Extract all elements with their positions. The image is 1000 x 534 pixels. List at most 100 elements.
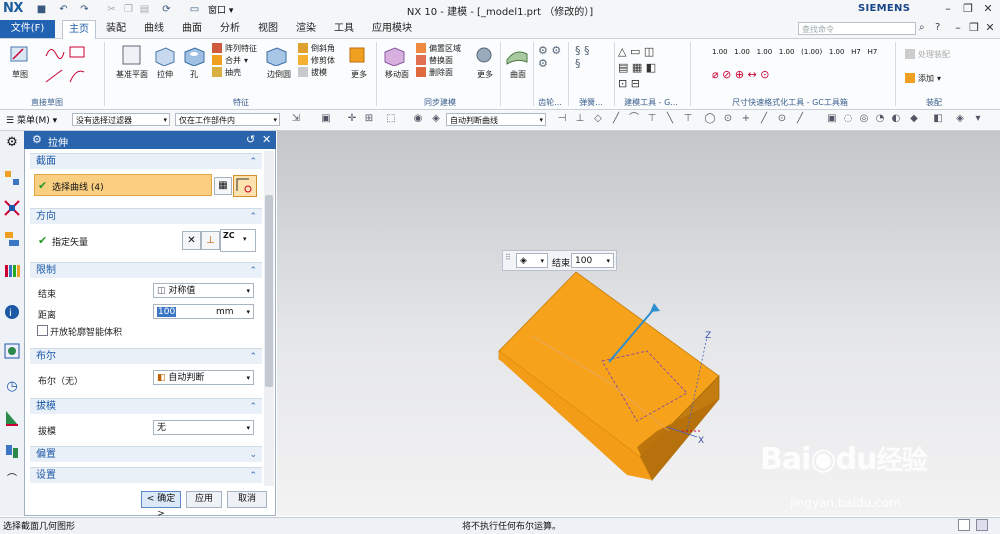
- sketch-curve-tools[interactable]: [44, 44, 100, 91]
- orient-cube-icon[interactable]: ◧: [932, 113, 944, 125]
- hole-button[interactable]: 孔: [182, 44, 206, 80]
- snap-tangent-icon[interactable]: ⊤: [646, 113, 658, 125]
- add-component-button[interactable]: 添加 ▾: [905, 72, 941, 84]
- section-header-boolean[interactable]: 布尔 ⌃: [30, 348, 262, 364]
- help-icon[interactable]: ?: [935, 22, 940, 33]
- snap-arc-icon[interactable]: ⌒: [628, 113, 640, 125]
- sketch-section-icon[interactable]: ▦: [214, 177, 232, 195]
- reuse-library-icon[interactable]: [3, 261, 21, 279]
- select-icon[interactable]: ⇲: [290, 113, 302, 125]
- zoom-view-icon[interactable]: ◐: [890, 113, 902, 125]
- tab-analysis[interactable]: 分析: [214, 20, 246, 38]
- draft-dropdown[interactable]: 无 ▾: [153, 420, 254, 435]
- reverse-direction-icon[interactable]: ✕: [182, 231, 201, 250]
- replace-face-button[interactable]: 替换面: [416, 54, 461, 66]
- tab-surface[interactable]: 曲面: [176, 20, 208, 38]
- restore-button[interactable]: ❐: [960, 1, 976, 17]
- filter-icon[interactable]: ▣: [320, 113, 332, 125]
- onscreen-end-input[interactable]: 100 ▾: [571, 253, 614, 268]
- offset-region-button[interactable]: 偏置区域: [416, 42, 461, 54]
- section-header-draft[interactable]: 拔模 ⌃: [30, 398, 262, 414]
- sync-more-button[interactable]: 更多: [472, 44, 498, 80]
- cancel-button[interactable]: 取消: [227, 491, 267, 508]
- onscreen-type-dropdown[interactable]: ◈ ▾: [516, 253, 548, 268]
- dialog-close-icon[interactable]: ✕: [262, 133, 271, 146]
- delete-face-button[interactable]: 删除面: [416, 66, 461, 78]
- snap-on-curve-icon[interactable]: ╱: [758, 113, 770, 125]
- move-face-button[interactable]: 移动面: [382, 44, 412, 80]
- snap-quadrant-icon[interactable]: ⊙: [722, 113, 734, 125]
- modeling-tools[interactable]: △ ▭ ◫ ▤ ▦ ◧ ⊡ ⊟: [618, 44, 678, 92]
- system-scene-icon[interactable]: ⌒: [3, 470, 21, 488]
- tab-tools[interactable]: 工具: [328, 20, 360, 38]
- edge-blend-button[interactable]: 边倒圆: [264, 44, 294, 80]
- sketch-button[interactable]: 草图: [8, 44, 32, 80]
- snap-bounded-icon[interactable]: ╱: [794, 113, 806, 125]
- doc-minimize-button[interactable]: –: [950, 20, 966, 36]
- minimize-button[interactable]: –: [940, 1, 956, 17]
- status-fullscreen-icon[interactable]: [976, 519, 988, 531]
- box-select-icon[interactable]: ⬚: [385, 113, 397, 125]
- section-header-offset[interactable]: 偏置 ⌄: [30, 446, 262, 462]
- tab-application[interactable]: 应用模块: [366, 20, 418, 38]
- open-profile-checkbox[interactable]: [37, 325, 48, 336]
- snap-existing-icon[interactable]: +: [740, 113, 752, 125]
- tab-curve[interactable]: 曲线: [138, 20, 170, 38]
- tab-view[interactable]: 视图: [252, 20, 284, 38]
- tab-assembly[interactable]: 装配: [100, 20, 132, 38]
- close-button[interactable]: ✕: [980, 1, 996, 17]
- extrude-button[interactable]: 拉伸: [152, 44, 178, 80]
- doc-close-button[interactable]: ✕: [982, 20, 998, 36]
- render-style-icon[interactable]: ◆: [908, 113, 920, 125]
- process-studio-icon[interactable]: [3, 409, 21, 427]
- assembly-navigator-icon[interactable]: [3, 169, 21, 187]
- settings-gear-icon[interactable]: ⚙: [3, 135, 21, 153]
- part-navigator-icon[interactable]: [3, 230, 21, 248]
- command-search-input[interactable]: 查找命令: [798, 22, 916, 35]
- ok-button[interactable]: < 确定 >: [141, 491, 181, 519]
- vector-dialog-icon[interactable]: ⊥: [201, 231, 220, 250]
- selection-scope-dropdown[interactable]: 仅在工作部件内 ▾: [175, 113, 280, 126]
- roles-icon[interactable]: [3, 442, 21, 460]
- distance-input[interactable]: 100 mm ▾: [153, 304, 254, 319]
- feature-more-button[interactable]: 更多: [346, 44, 372, 80]
- pattern-feature-button[interactable]: 阵列特征: [212, 42, 257, 54]
- file-menu[interactable]: 文件(F): [0, 20, 55, 38]
- layer-icon[interactable]: ▾: [972, 113, 984, 125]
- view-orient-icon[interactable]: ▣: [826, 113, 838, 125]
- dim-symbol-tools[interactable]: ⌀ ⊘ ⊕ ↔ ⊙: [712, 68, 882, 81]
- snap-icon[interactable]: ✛: [346, 113, 358, 125]
- section-header-limits[interactable]: 限制 ⌃: [30, 262, 262, 278]
- datum-plane-button[interactable]: 基准平面: [115, 44, 149, 80]
- reset-icon[interactable]: ↺: [246, 133, 255, 146]
- main-menu-button[interactable]: ☰ 菜单(M) ▾: [6, 113, 57, 126]
- draft-button[interactable]: 拔模: [298, 66, 335, 78]
- drag-handle-icon[interactable]: ⠿: [505, 253, 511, 262]
- history-icon[interactable]: ◷: [3, 379, 21, 397]
- dialog-gear-icon[interactable]: ⚙: [32, 133, 42, 146]
- snap-point-icon[interactable]: ⊤: [682, 113, 694, 125]
- snap-center-icon[interactable]: ◯: [704, 113, 716, 125]
- process-assembly-button[interactable]: 处理装配: [905, 48, 950, 60]
- curve-select-icon[interactable]: [233, 175, 257, 197]
- doc-restore-button[interactable]: ❐: [966, 20, 982, 36]
- vector-type-dropdown[interactable]: ZC ▾: [220, 229, 256, 252]
- status-window-icon[interactable]: [958, 519, 970, 531]
- gear-tools[interactable]: ⚙ ⚙ ⚙: [538, 44, 570, 70]
- spring-tools[interactable]: § § §: [575, 44, 605, 70]
- curve-rule-dropdown[interactable]: 自动判断曲线 ▾: [446, 113, 546, 126]
- shell-button[interactable]: 抽壳: [212, 66, 257, 78]
- hd3d-tools-icon[interactable]: i: [3, 303, 21, 321]
- trim-body-button[interactable]: 修剪体: [298, 54, 335, 66]
- web-browser-icon[interactable]: [3, 342, 21, 360]
- rotate-view-icon[interactable]: ◎: [858, 113, 870, 125]
- select-mode-icon[interactable]: ⊞: [363, 113, 375, 125]
- type-filter-dropdown[interactable]: 没有选择过滤器 ▾: [72, 113, 170, 126]
- section-header-settings[interactable]: 设置 ⌃: [30, 467, 262, 483]
- snap-endpoint-icon[interactable]: ⊣: [556, 113, 568, 125]
- boolean-dropdown[interactable]: ◧ 自动判断 ▾: [153, 370, 254, 385]
- body-select-icon[interactable]: ◈: [430, 113, 442, 125]
- apply-button[interactable]: 应用: [186, 491, 222, 508]
- fit-view-icon[interactable]: ◌: [842, 113, 854, 125]
- chamfer-button[interactable]: 倒斜角: [298, 42, 335, 54]
